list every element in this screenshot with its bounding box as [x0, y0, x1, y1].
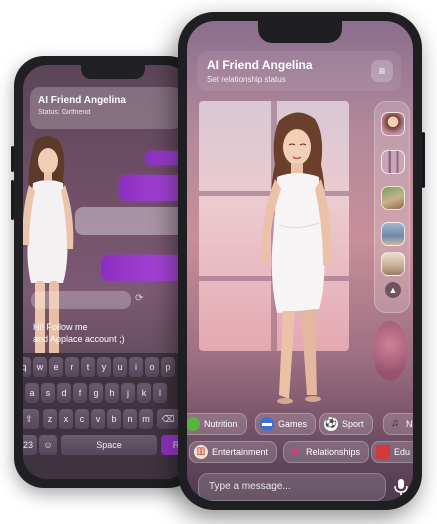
front-phone-notch	[258, 21, 342, 43]
key[interactable]: e	[49, 357, 63, 377]
key[interactable]: z	[43, 409, 57, 429]
topic-chip-entertainment[interactable]: ▥ Entertainment	[189, 441, 278, 463]
chip-label: N	[406, 419, 413, 429]
key[interactable]: c	[75, 409, 89, 429]
key[interactable]: h	[105, 383, 119, 403]
key[interactable]: r	[65, 357, 79, 377]
microphone-icon[interactable]	[393, 478, 409, 496]
key[interactable]: q	[23, 357, 31, 377]
refresh-icon[interactable]: ⟳	[135, 293, 143, 304]
front-phone-screen: AI Friend Angelina Set relationship stat…	[187, 21, 413, 501]
back-typed-message-line2: and Applace account ;)	[33, 334, 125, 344]
back-phone-screen: AI Friend Angelina Status: Girlfriend ⟳ …	[23, 65, 189, 479]
back-chat-bubble-sent	[101, 255, 189, 281]
key[interactable]: t	[81, 357, 95, 377]
scene-thumbnail[interactable]	[381, 150, 405, 174]
key[interactable]: f	[73, 383, 87, 403]
front-phone: AI Friend Angelina Set relationship stat…	[178, 12, 425, 510]
back-typed-message-line1: Hi! Follow me	[33, 322, 88, 332]
key[interactable]: o	[145, 357, 159, 377]
chip-label: Edu	[394, 447, 411, 457]
relationship-status-link[interactable]: Set relationship status	[207, 75, 391, 84]
key[interactable]: k	[137, 383, 151, 403]
key[interactable]: p	[161, 357, 175, 377]
avatar-thumbnail[interactable]	[381, 112, 405, 136]
virtual-keyboard: q w e r t y u i o p a s d f g h j k l ⇧ …	[23, 353, 189, 479]
popcorn-icon: ▥	[194, 445, 208, 459]
space-key[interactable]: Space	[61, 435, 157, 455]
soccer-ball-icon: ⚽	[324, 417, 338, 431]
key[interactable]: g	[89, 383, 103, 403]
back-chat-input[interactable]	[31, 291, 131, 309]
backspace-key[interactable]: ⌫	[157, 409, 179, 429]
numbers-key[interactable]: 23	[23, 435, 37, 455]
key[interactable]: a	[25, 383, 39, 403]
key[interactable]: n	[123, 409, 137, 429]
chat-title: AI Friend Angelina	[207, 58, 313, 72]
chip-label: Sport	[342, 419, 364, 429]
key[interactable]: w	[33, 357, 47, 377]
topic-chip-nutrition[interactable]: Nutrition	[187, 413, 247, 435]
topic-chip-sport[interactable]: ⚽ Sport	[319, 413, 373, 435]
back-phone-notch	[81, 65, 145, 79]
book-icon	[376, 445, 390, 459]
emoji-key[interactable]: ☺	[39, 435, 57, 455]
key[interactable]: x	[59, 409, 73, 429]
music-icon: ♫	[391, 418, 399, 429]
topic-chip-relationships[interactable]: ♥ Relationships	[283, 441, 370, 463]
topic-chip-music[interactable]: ♫ N	[383, 413, 413, 435]
key[interactable]: l	[153, 383, 167, 403]
gamepad-icon: ▬	[260, 417, 274, 431]
key[interactable]: v	[91, 409, 105, 429]
character-image	[261, 112, 332, 404]
chevron-up-icon[interactable]: ▲	[385, 282, 401, 298]
shift-key[interactable]: ⇧	[23, 409, 39, 429]
back-typed-message: Hi! Follow me and Applace account ;)	[33, 321, 125, 345]
key[interactable]: m	[139, 409, 153, 429]
scene-thumbnail[interactable]	[381, 252, 405, 276]
key[interactable]: i	[129, 357, 143, 377]
scene-thumbnail-strip: ▲	[374, 101, 410, 313]
topic-chip-games[interactable]: ▬ Games	[255, 413, 317, 435]
heart-icon: ♥	[291, 444, 299, 459]
chip-label: Nutrition	[204, 419, 238, 429]
scene-thumbnail[interactable]	[381, 222, 405, 246]
scene-thumbnail[interactable]	[381, 186, 405, 210]
key[interactable]: b	[107, 409, 121, 429]
topic-chip-education[interactable]: Edu	[371, 441, 413, 463]
back-chat-bubble-received	[75, 207, 189, 235]
message-input-container	[198, 473, 386, 501]
back-chat-status: Status: Girlfriend	[38, 109, 91, 116]
key[interactable]: s	[41, 383, 55, 403]
back-chat-title: AI Friend Angelina	[38, 95, 126, 106]
key[interactable]: d	[57, 383, 71, 403]
background-flowers	[373, 321, 407, 381]
menu-icon[interactable]: ≡	[371, 60, 393, 82]
chip-label: Entertainment	[212, 447, 269, 457]
apple-icon	[187, 417, 200, 431]
message-input[interactable]	[209, 481, 369, 492]
chat-header: AI Friend Angelina Set relationship stat…	[197, 51, 401, 91]
back-chat-header: AI Friend Angelina Status: Girlfriend	[30, 87, 182, 129]
chip-label: Relationships	[306, 447, 361, 457]
back-phone: AI Friend Angelina Status: Girlfriend ⟳ …	[11, 56, 198, 488]
chip-label: Games	[278, 419, 308, 429]
key[interactable]: y	[97, 357, 111, 377]
key[interactable]: j	[121, 383, 135, 403]
key[interactable]: u	[113, 357, 127, 377]
